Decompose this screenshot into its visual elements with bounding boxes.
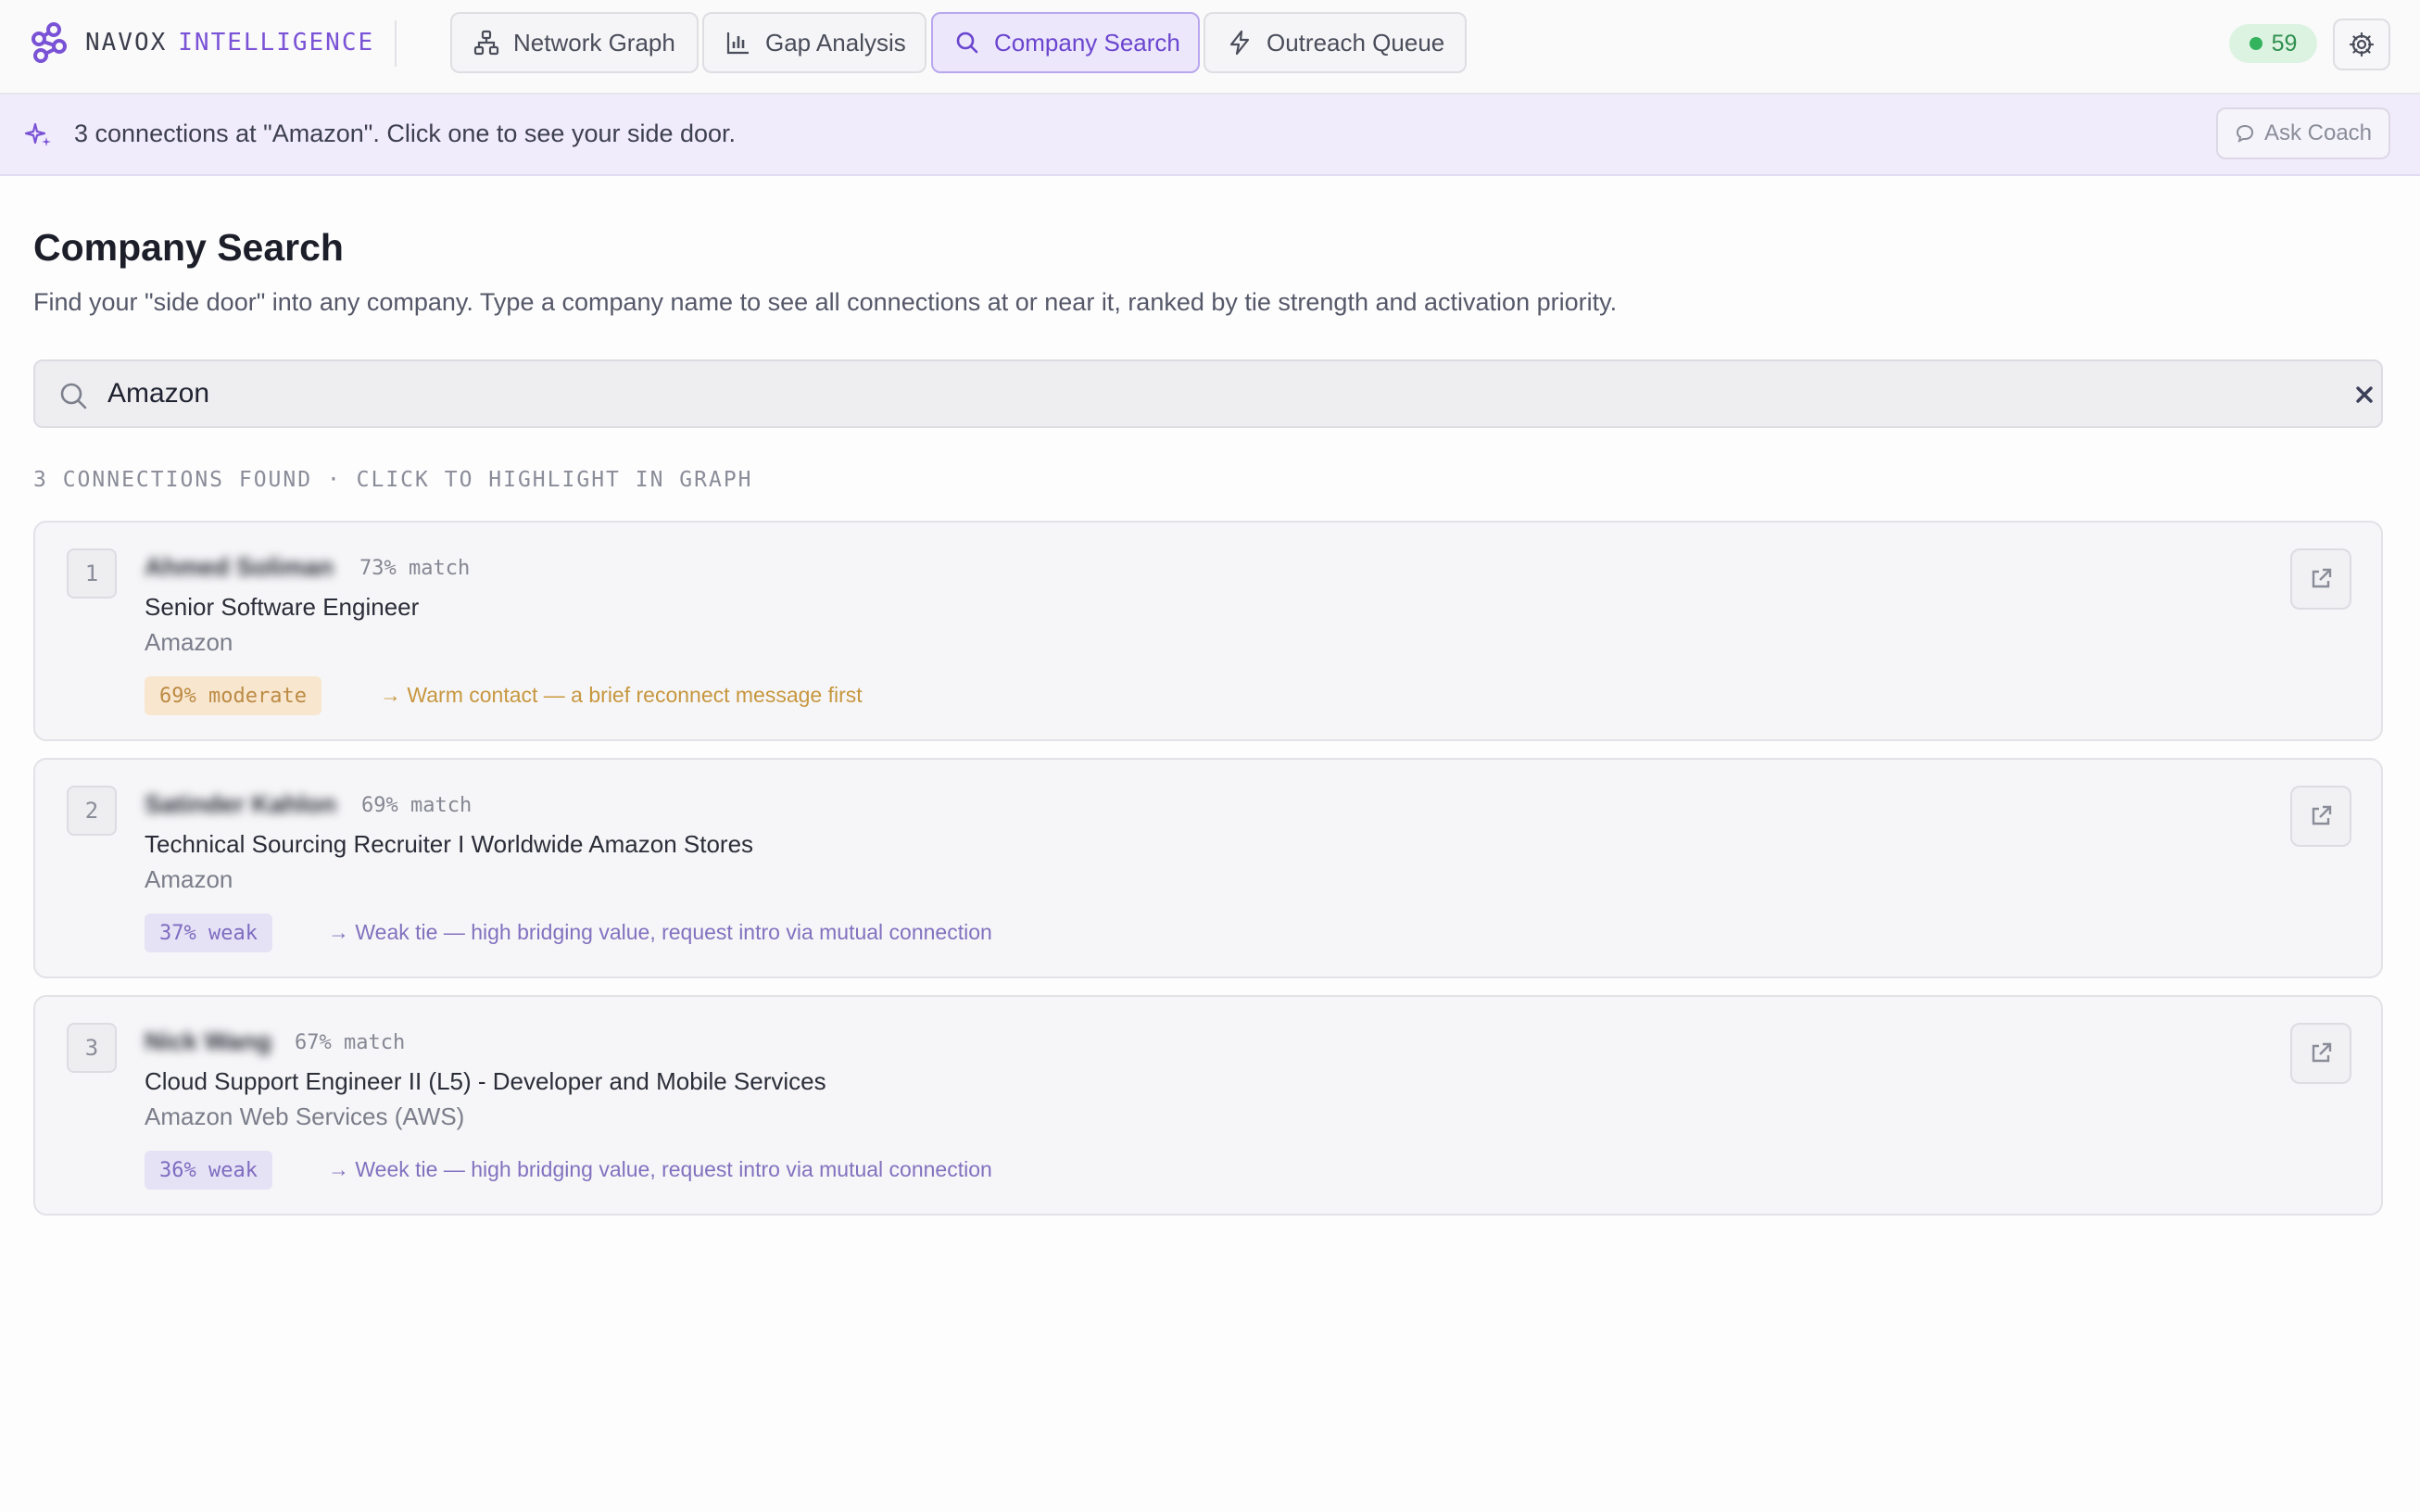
open-profile-button[interactable] — [2290, 548, 2351, 610]
brand-part-2: INTELLIGENCE — [178, 29, 375, 57]
connection-company: Amazon Web Services (AWS) — [145, 1102, 465, 1130]
connection-company: Amazon — [145, 628, 233, 656]
activation-advice: → Week tie — high bridging value, reques… — [328, 1157, 992, 1181]
tab-company-search[interactable]: Company Search — [931, 12, 1200, 73]
external-link-icon — [2312, 568, 2332, 588]
match-score: 69% match — [361, 794, 473, 817]
ask-coach-button[interactable]: Ask Coach — [2216, 107, 2390, 159]
rank-badge: 2 — [67, 786, 117, 836]
tab-label: Network Graph — [513, 28, 675, 57]
open-profile-button[interactable] — [2290, 786, 2351, 847]
bar-chart-icon — [726, 32, 749, 55]
search-icon — [60, 383, 87, 410]
tie-strength-badge: 69% moderate — [145, 676, 321, 715]
tab-outreach-queue[interactable]: Outreach Queue — [1204, 12, 1467, 73]
gear-icon — [2349, 32, 2375, 57]
settings-button[interactable] — [2333, 19, 2390, 70]
connection-name: Satinder Kahlon — [145, 790, 337, 818]
tab-label: Outreach Queue — [1267, 28, 1445, 57]
tab-label: Gap Analysis — [765, 28, 906, 57]
brand-part-1: NAVOX — [85, 29, 168, 57]
activation-advice: → Weak tie — high bridging value, reques… — [328, 920, 992, 944]
page-description: Find your "side door" into any company. … — [33, 288, 1618, 316]
coach-banner: 3 connections at "Amazon". Click one to … — [0, 94, 2420, 176]
external-link-icon — [2312, 1042, 2332, 1063]
match-score: 73% match — [359, 557, 471, 580]
banner-message: 3 connections at "Amazon". Click one to … — [74, 120, 737, 147]
tie-strength-badge: 36% weak — [145, 1151, 272, 1190]
activation-advice: → Warm contact — a brief reconnect messa… — [380, 683, 863, 707]
connection-company: Amazon — [145, 865, 233, 893]
brand-name: NAVOX INTELLIGENCE — [85, 28, 374, 57]
open-profile-button[interactable] — [2290, 1023, 2351, 1084]
network-icon — [473, 30, 499, 56]
top-bar: NAVOX INTELLIGENCE Network Graph Gap Anal… — [0, 0, 2420, 94]
tie-strength-badge: 37% weak — [145, 914, 272, 952]
connection-card[interactable]: 2 Satinder Kahlon 69% match Technical So… — [33, 758, 2383, 978]
results-count-header: 3 CONNECTIONS FOUND · CLICK TO HIGHLIGHT… — [33, 468, 753, 492]
connection-role: Technical Sourcing Recruiter I Worldwide… — [145, 830, 754, 858]
rank-badge: 1 — [67, 548, 117, 598]
connection-card[interactable]: 3 Nick Wang 67% match Cloud Support Engi… — [33, 995, 2383, 1216]
lightning-icon — [1229, 30, 1250, 56]
tab-network-graph[interactable]: Network Graph — [450, 12, 699, 73]
search-icon — [956, 32, 978, 54]
tab-gap-analysis[interactable]: Gap Analysis — [702, 12, 926, 73]
navox-logo-icon — [32, 22, 67, 63]
connection-name: Nick Wang — [145, 1027, 272, 1055]
status-score: 59 — [2271, 30, 2298, 57]
divider — [395, 20, 397, 67]
rank-badge: 3 — [67, 1023, 117, 1073]
tab-label: Company Search — [994, 28, 1180, 57]
connection-card[interactable]: 1 Ahmed Soliman 73% match Senior Softwar… — [33, 521, 2383, 741]
company-search-bar — [33, 359, 2383, 428]
ask-coach-label: Ask Coach — [2263, 120, 2373, 145]
page-title: Company Search — [33, 226, 344, 269]
status-badge: 59 — [2229, 24, 2317, 63]
close-icon[interactable] — [2351, 382, 2377, 408]
sparkle-icon — [24, 122, 51, 146]
external-link-icon — [2312, 805, 2332, 825]
connection-role: Cloud Support Engineer II (L5) - Develop… — [145, 1067, 826, 1095]
company-search-input[interactable] — [107, 371, 2294, 417]
status-dot-icon — [2249, 37, 2262, 50]
chat-bubble-icon — [2236, 124, 2253, 143]
connection-role: Senior Software Engineer — [145, 593, 420, 621]
match-score: 67% match — [295, 1031, 406, 1054]
connection-name: Ahmed Soliman — [145, 553, 334, 581]
